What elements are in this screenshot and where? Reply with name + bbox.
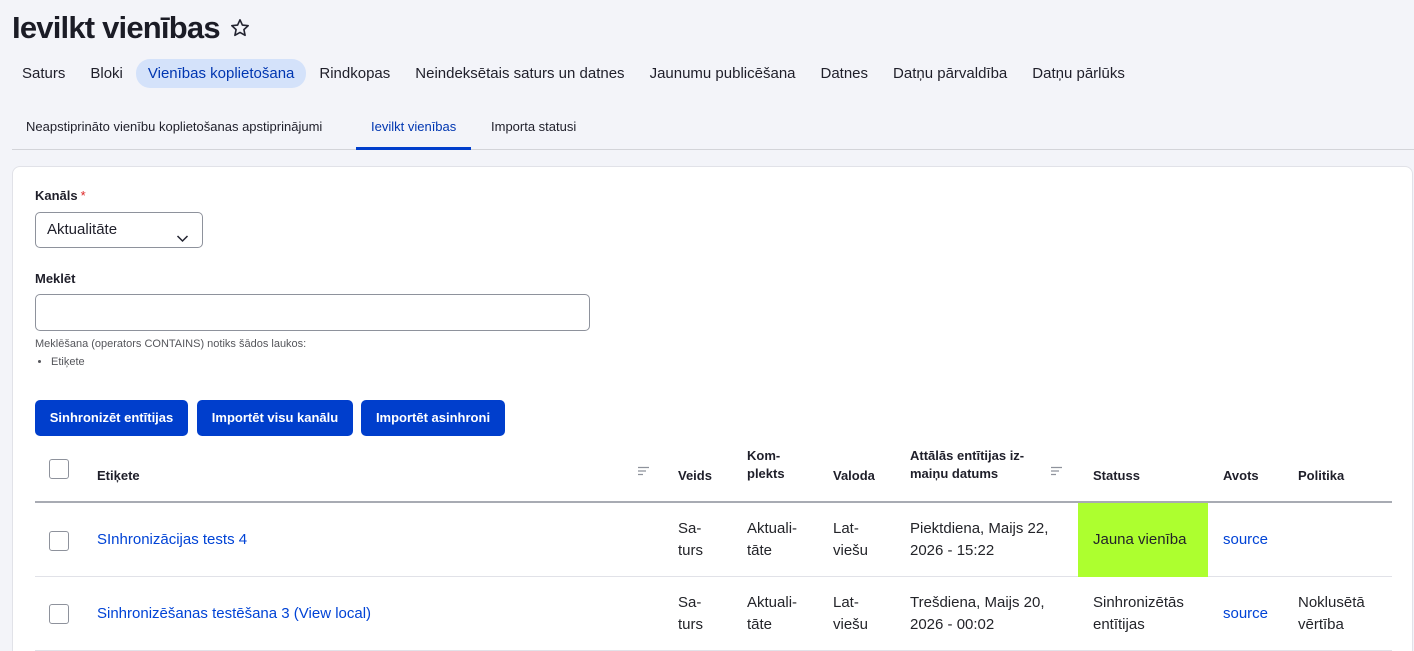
row-policy: Noklusētā vērtība bbox=[1298, 577, 1365, 651]
sort-icon[interactable] bbox=[637, 463, 650, 476]
page-title-text: Ievilkt vienības bbox=[12, 10, 221, 45]
channel-select-value: Aktualitāte bbox=[47, 221, 118, 238]
row-language: Lat-viešu bbox=[833, 503, 868, 577]
row-bundle-line1: Aktuali- bbox=[747, 594, 798, 611]
header-bundle: Kom- plekts bbox=[747, 447, 785, 483]
table-row: Sinhronizēšanas testēšana 3 (View local)… bbox=[35, 577, 1392, 651]
channel-select[interactable]: Aktualitāte bbox=[35, 212, 203, 248]
row-type-line1: Sa- bbox=[678, 520, 702, 537]
tab-saturs[interactable]: Saturs bbox=[10, 59, 77, 88]
select-all-checkbox[interactable] bbox=[49, 459, 69, 479]
search-label: Meklēt bbox=[35, 271, 76, 286]
row-type-line1: Sa- bbox=[678, 594, 702, 611]
header-bundle-line2: plekts bbox=[747, 466, 785, 481]
table-row: SInhronizācijas tests 4 Sa-turs Aktuali-… bbox=[35, 503, 1392, 577]
table-header: Etiķete Veids Kom- plekts Valoda Attālās… bbox=[35, 448, 1392, 503]
subtab-pull-entities[interactable]: Ievilkt vienības bbox=[356, 107, 472, 150]
row-date-line2: 2026 - 15:22 bbox=[910, 542, 995, 559]
header-date-line2: maiņu datums bbox=[910, 466, 999, 481]
row-policy-line1: Noklusētā bbox=[1298, 594, 1365, 611]
row-changed-date: Trešdiena, Maijs 20, 2026 - 00:02 bbox=[910, 577, 1045, 651]
search-fields-list: Etiķete bbox=[51, 356, 85, 368]
row-language-line1: Lat- bbox=[833, 594, 859, 611]
row-changed-date: Piektdiena, Maijs 22, 2026 - 15:22 bbox=[910, 503, 1048, 577]
row-source-link[interactable]: source bbox=[1223, 529, 1268, 551]
row-checkbox[interactable] bbox=[49, 604, 69, 624]
channel-label: Kanāls * bbox=[35, 188, 86, 203]
row-language-line2: viešu bbox=[833, 542, 869, 559]
row-type-line2: turs bbox=[678, 616, 704, 633]
sync-entities-button[interactable]: Sinhronizēt entītijas bbox=[35, 400, 188, 436]
chevron-down-icon bbox=[176, 224, 189, 243]
header-date-line1: Attālās entītijas iz- bbox=[910, 448, 1025, 463]
subtab-pending-approvals[interactable]: Neapstiprināto vienību koplietošanas aps… bbox=[26, 107, 322, 150]
row-bundle: Aktuali-tāte bbox=[747, 503, 797, 577]
row-bundle-line2: tāte bbox=[747, 542, 773, 559]
secondary-tabs: Neapstiprināto vienību koplietošanas aps… bbox=[12, 107, 1414, 150]
import-channel-button[interactable]: Importēt visu kanālu bbox=[197, 400, 353, 436]
star-icon[interactable] bbox=[230, 18, 250, 38]
tab-file-management[interactable]: Datņu pārvaldība bbox=[881, 59, 1019, 88]
header-policy: Politika bbox=[1298, 467, 1345, 483]
tab-files[interactable]: Datnes bbox=[809, 59, 881, 88]
row-policy-line2: vērtība bbox=[1298, 616, 1344, 633]
row-date-line2: 2026 - 00:02 bbox=[910, 616, 995, 633]
tab-entity-share[interactable]: Vienības koplietošana bbox=[135, 59, 307, 88]
row-source: source bbox=[1223, 503, 1268, 577]
header-status: Statuss bbox=[1093, 467, 1140, 483]
row-label-link[interactable]: SInhronizācijas tests 4 bbox=[97, 529, 247, 551]
header-language: Valoda bbox=[833, 467, 875, 483]
required-mark: * bbox=[80, 188, 86, 203]
row-date-line1: Trešdiena, Maijs 20, bbox=[910, 594, 1045, 611]
search-help-text: Meklēšana (operators CONTAINS) notiks šā… bbox=[35, 338, 307, 350]
page-title: Ievilkt vienības bbox=[12, 10, 250, 46]
row-checkbox[interactable] bbox=[49, 531, 69, 551]
row-language-line1: Lat- bbox=[833, 520, 859, 537]
row-type: Sa-turs bbox=[678, 503, 703, 577]
header-source: Avots bbox=[1223, 467, 1259, 483]
row-type: Sa-turs bbox=[678, 577, 703, 651]
row-label-link[interactable]: Sinhronizēšanas testēšana 3 (View local) bbox=[97, 603, 371, 625]
row-language-line2: viešu bbox=[833, 616, 869, 633]
tab-news-publishing[interactable]: Jaunumu publicēšana bbox=[638, 59, 808, 88]
row-source-link[interactable]: source bbox=[1223, 603, 1268, 625]
header-type: Veids bbox=[678, 467, 712, 483]
search-field-item: Etiķete bbox=[51, 356, 85, 368]
header-bundle-line1: Kom- bbox=[747, 448, 781, 463]
row-source: source bbox=[1223, 577, 1268, 651]
primary-tabs: Saturs Bloki Vienības koplietošana Rindk… bbox=[10, 59, 1138, 88]
tab-rindkopas[interactable]: Rindkopas bbox=[307, 59, 402, 88]
row-bundle: Aktuali-tāte bbox=[747, 577, 797, 651]
header-changed-date[interactable]: Attālās entītijas iz- maiņu datums bbox=[910, 447, 1024, 483]
row-bundle-line2: tāte bbox=[747, 616, 773, 633]
content-card: Kanāls * Aktualitāte Meklēt Meklēšana (op… bbox=[12, 166, 1413, 651]
search-input[interactable] bbox=[35, 294, 590, 331]
channel-label-text: Kanāls bbox=[35, 188, 78, 203]
row-status-line1: Jauna vienība bbox=[1093, 531, 1187, 548]
tab-file-browser[interactable]: Datņu pārlūks bbox=[1020, 59, 1137, 88]
row-date-line1: Piektdiena, Maijs 22, bbox=[910, 520, 1049, 537]
row-language: Lat-viešu bbox=[833, 577, 868, 651]
subtab-import-statuses[interactable]: Importa statusi bbox=[491, 107, 576, 150]
tab-bloki[interactable]: Bloki bbox=[78, 59, 135, 88]
row-status: Sinhronizētās entītijas bbox=[1093, 577, 1184, 651]
row-label: Sinhronizēšanas testēšana 3 (View local) bbox=[97, 577, 371, 651]
sort-icon[interactable] bbox=[1050, 463, 1063, 476]
row-label: SInhronizācijas tests 4 bbox=[97, 503, 247, 577]
tab-unindexed[interactable]: Neindeksētais saturs un datnes bbox=[403, 59, 636, 88]
row-status-line1: Sinhronizētās bbox=[1093, 594, 1184, 611]
import-async-button[interactable]: Importēt asinhroni bbox=[361, 400, 505, 436]
row-type-line2: turs bbox=[678, 542, 704, 559]
header-label[interactable]: Etiķete bbox=[97, 448, 140, 503]
row-bundle-line1: Aktuali- bbox=[747, 520, 798, 537]
row-status-line2: entītijas bbox=[1093, 616, 1145, 633]
row-status: Jauna vienība bbox=[1093, 503, 1186, 577]
